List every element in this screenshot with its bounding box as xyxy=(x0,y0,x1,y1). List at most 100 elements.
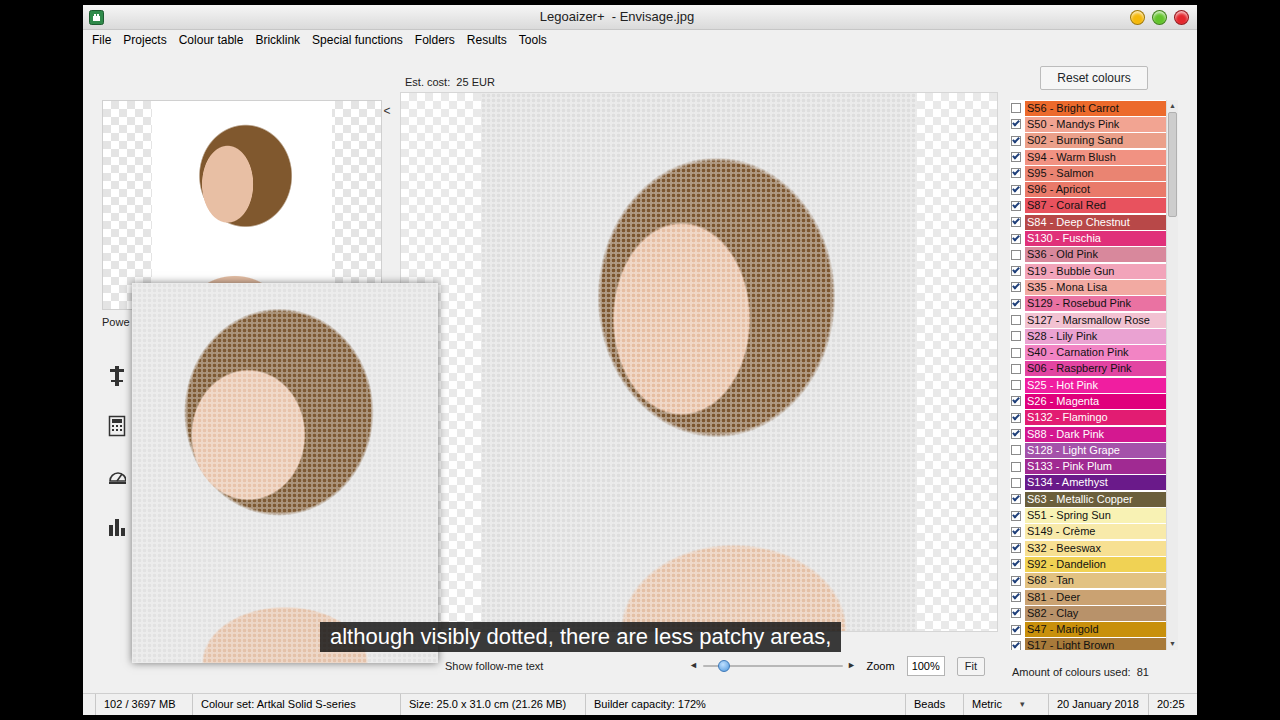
menu-item[interactable]: Projects xyxy=(117,30,172,50)
colour-label[interactable]: S68 - Tan xyxy=(1025,573,1166,588)
scroll-up-button[interactable]: ▲ xyxy=(1167,100,1178,112)
slider-thumb[interactable] xyxy=(718,660,730,672)
colour-checkbox[interactable] xyxy=(1011,576,1021,586)
colour-label[interactable]: S149 - Crème xyxy=(1025,524,1166,539)
colour-row[interactable]: S149 - Crème xyxy=(1010,524,1166,540)
maximize-button[interactable] xyxy=(1152,10,1167,25)
colour-label[interactable]: S134 - Amethyst xyxy=(1025,475,1166,490)
slider-left-button[interactable]: ◄ xyxy=(689,659,699,673)
menu-item[interactable]: Folders xyxy=(409,30,461,50)
unit-dropdown[interactable]: Metric▾ xyxy=(963,694,1048,715)
colour-label[interactable]: S50 - Mandys Pink xyxy=(1025,117,1166,132)
bar-chart-icon[interactable] xyxy=(108,515,126,537)
zoom-slider[interactable] xyxy=(703,660,843,672)
colour-label[interactable]: S06 - Raspberry Pink xyxy=(1025,361,1166,376)
slider-right-button[interactable]: ► xyxy=(847,659,857,673)
colour-label[interactable]: S81 - Deer xyxy=(1025,590,1166,605)
colour-checkbox[interactable] xyxy=(1011,380,1021,390)
colour-row[interactable]: S96 - Apricot xyxy=(1010,181,1166,197)
colour-row[interactable]: S127 - Marsmallow Rose xyxy=(1010,312,1166,328)
fit-button[interactable]: Fit xyxy=(957,657,985,676)
colour-checkbox[interactable] xyxy=(1011,559,1021,569)
colour-row[interactable]: S92 - Dandelion xyxy=(1010,556,1166,572)
colour-row[interactable]: S50 - Mandys Pink xyxy=(1010,116,1166,132)
colour-label[interactable]: S128 - Light Grape xyxy=(1025,443,1166,458)
colour-checkbox[interactable] xyxy=(1011,217,1021,227)
colour-row[interactable]: S32 - Beeswax xyxy=(1010,540,1166,556)
colour-label[interactable]: S28 - Lily Pink xyxy=(1025,329,1166,344)
colour-row[interactable]: S26 - Magenta xyxy=(1010,393,1166,409)
colour-label[interactable]: S95 - Salmon xyxy=(1025,166,1166,181)
colour-label[interactable]: S35 - Mona Lisa xyxy=(1025,280,1166,295)
menu-item[interactable]: Tools xyxy=(513,30,553,50)
colour-label[interactable]: S82 - Clay xyxy=(1025,606,1166,621)
colour-row[interactable]: S132 - Flamingo xyxy=(1010,410,1166,426)
colour-checkbox[interactable] xyxy=(1011,429,1021,439)
colour-row[interactable]: S17 - Light Brown xyxy=(1010,638,1166,650)
colour-label[interactable]: S40 - Carnation Pink xyxy=(1025,345,1166,360)
colour-row[interactable]: S88 - Dark Pink xyxy=(1010,426,1166,442)
colour-row[interactable]: S129 - Rosebud Pink xyxy=(1010,296,1166,312)
scrollbar[interactable]: ▲ ▼ xyxy=(1166,100,1178,650)
menu-item[interactable]: Results xyxy=(461,30,513,50)
colour-row[interactable]: S87 - Coral Red xyxy=(1010,198,1166,214)
colour-row[interactable]: S02 - Burning Sand xyxy=(1010,133,1166,149)
minimize-button[interactable] xyxy=(1130,10,1145,25)
colour-label[interactable]: S02 - Burning Sand xyxy=(1025,133,1166,148)
colour-checkbox[interactable] xyxy=(1011,413,1021,423)
colour-row[interactable]: S81 - Deer xyxy=(1010,589,1166,605)
scroll-down-button[interactable]: ▼ xyxy=(1167,638,1178,650)
colour-row[interactable]: S36 - Old Pink xyxy=(1010,247,1166,263)
colour-checkbox[interactable] xyxy=(1011,396,1021,406)
colour-checkbox[interactable] xyxy=(1011,494,1021,504)
colour-label[interactable]: S26 - Magenta xyxy=(1025,394,1166,409)
colour-checkbox[interactable] xyxy=(1011,511,1021,521)
colour-row[interactable]: S94 - Warm Blush xyxy=(1010,149,1166,165)
menu-item[interactable]: File xyxy=(86,30,117,50)
colour-row[interactable]: S47 - Marigold xyxy=(1010,622,1166,638)
colour-label[interactable]: S25 - Hot Pink xyxy=(1025,378,1166,393)
colour-checkbox[interactable] xyxy=(1011,625,1021,635)
colour-checkbox[interactable] xyxy=(1011,445,1021,455)
close-button[interactable] xyxy=(1174,10,1189,25)
calculator-icon[interactable] xyxy=(108,415,126,437)
colour-checkbox[interactable] xyxy=(1011,250,1021,260)
colour-label[interactable]: S32 - Beeswax xyxy=(1025,541,1166,556)
menu-item[interactable]: Colour table xyxy=(173,30,250,50)
scroll-track[interactable] xyxy=(1167,112,1178,638)
ruler-icon[interactable] xyxy=(108,365,126,387)
colour-label[interactable]: S63 - Metallic Copper xyxy=(1025,492,1166,507)
colour-label[interactable]: S87 - Coral Red xyxy=(1025,198,1166,213)
colour-row[interactable]: S56 - Bright Carrot xyxy=(1010,100,1166,116)
colour-row[interactable]: S130 - Fuschia xyxy=(1010,230,1166,246)
colour-row[interactable]: S84 - Deep Chestnut xyxy=(1010,214,1166,230)
colour-checkbox[interactable] xyxy=(1011,348,1021,358)
menu-item[interactable]: Bricklink xyxy=(249,30,306,50)
colour-row[interactable]: S06 - Raspberry Pink xyxy=(1010,361,1166,377)
colour-row[interactable]: S133 - Pink Plum xyxy=(1010,459,1166,475)
colour-checkbox[interactable] xyxy=(1011,234,1021,244)
colour-row[interactable]: S134 - Amethyst xyxy=(1010,475,1166,491)
colour-label[interactable]: S132 - Flamingo xyxy=(1025,410,1166,425)
colour-checkbox[interactable] xyxy=(1011,136,1021,146)
colour-row[interactable]: S95 - Salmon xyxy=(1010,165,1166,181)
colour-checkbox[interactable] xyxy=(1011,331,1021,341)
mosaic-canvas[interactable] xyxy=(400,92,998,632)
follow-me-label[interactable]: Show follow-me text xyxy=(445,658,543,675)
colour-row[interactable]: S82 - Clay xyxy=(1010,605,1166,621)
colour-label[interactable]: S94 - Warm Blush xyxy=(1025,150,1166,165)
colour-checkbox[interactable] xyxy=(1011,364,1021,374)
colour-checkbox[interactable] xyxy=(1011,201,1021,211)
colour-label[interactable]: S130 - Fuschia xyxy=(1025,231,1166,246)
colour-row[interactable]: S28 - Lily Pink xyxy=(1010,328,1166,344)
colour-label[interactable]: S56 - Bright Carrot xyxy=(1025,101,1166,116)
colour-label[interactable]: S129 - Rosebud Pink xyxy=(1025,296,1166,311)
colour-label[interactable]: S133 - Pink Plum xyxy=(1025,459,1166,474)
menu-item[interactable]: Special functions xyxy=(306,30,409,50)
colour-row[interactable]: S63 - Metallic Copper xyxy=(1010,491,1166,507)
colour-checkbox[interactable] xyxy=(1011,592,1021,602)
colour-label[interactable]: S51 - Spring Sun xyxy=(1025,508,1166,523)
colour-checkbox[interactable] xyxy=(1011,103,1021,113)
reset-colours-button[interactable]: Reset colours xyxy=(1040,66,1148,90)
colour-label[interactable]: S19 - Bubble Gun xyxy=(1025,264,1166,279)
